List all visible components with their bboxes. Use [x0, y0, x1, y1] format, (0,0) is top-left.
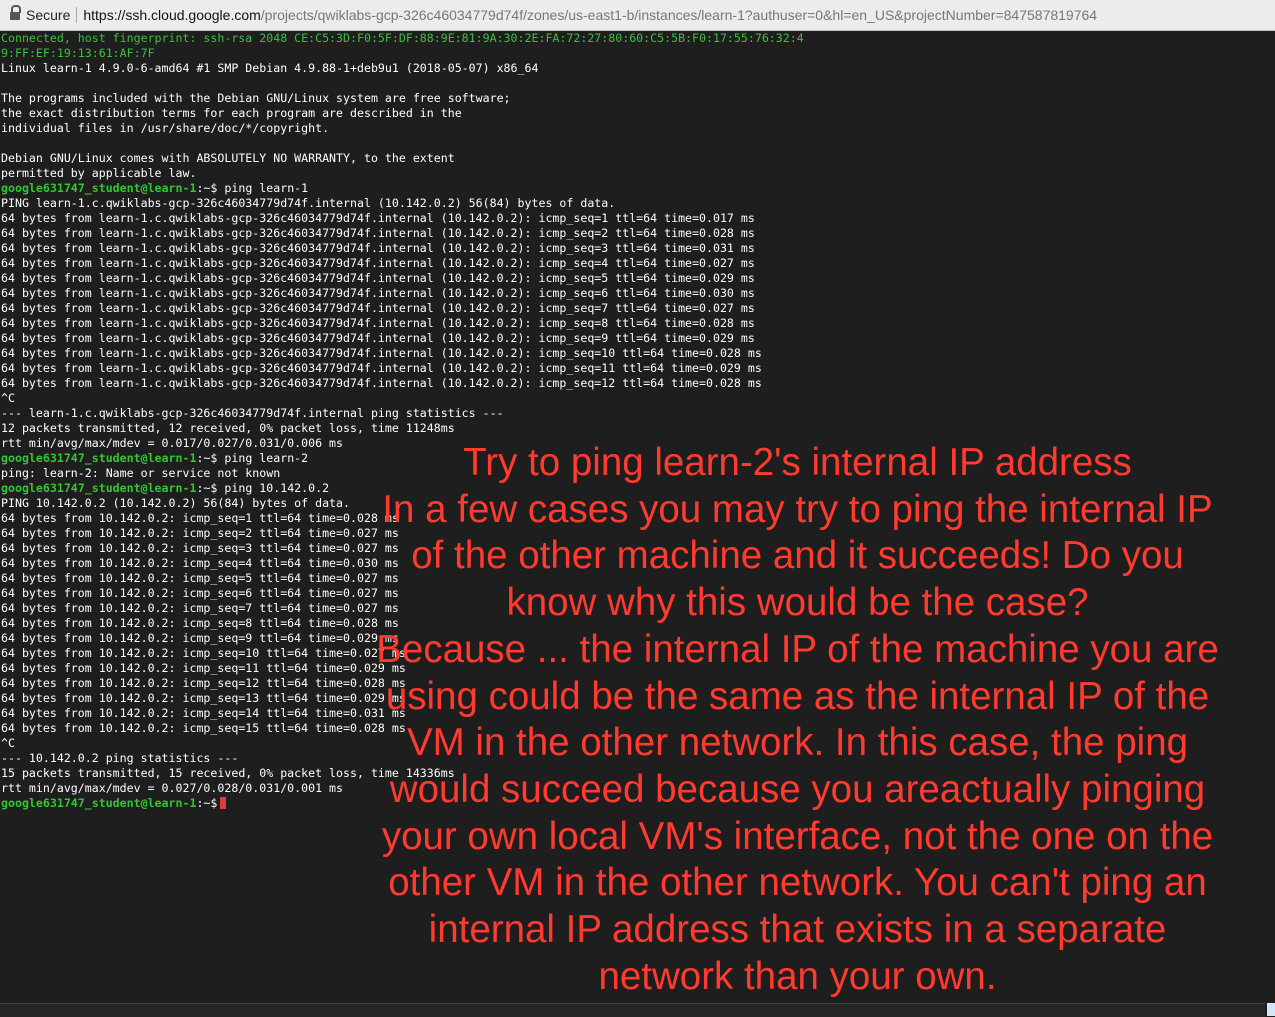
url-host[interactable]: https://ssh.cloud.google.com — [83, 7, 260, 23]
terminal-line: permitted by applicable law. — [1, 166, 197, 180]
annotation-line: your own local VM's interface, not the o… — [381, 814, 1214, 858]
command-text: ping learn-1 — [217, 181, 309, 195]
annotation-line: other VM in the other network. You can't… — [388, 861, 1207, 905]
terminal-line: 64 bytes from learn-1.c.qwiklabs-gcp-326… — [1, 211, 755, 225]
terminal-line: 64 bytes from learn-1.c.qwiklabs-gcp-326… — [1, 271, 755, 285]
command-text: ping learn-2 — [217, 451, 309, 465]
terminal-line: 9:FF:EF:19:13:61:AF:7F — [1, 46, 155, 60]
prompt-suffix: :~$ — [196, 481, 218, 495]
terminal-line: --- learn-1.c.qwiklabs-gcp-326c46034779d… — [1, 406, 504, 420]
scrollbar-thumb[interactable] — [1267, 1003, 1275, 1016]
annotation-line: Because ... the internal IP of the machi… — [376, 627, 1219, 671]
annotation-line: Try to ping learn-2's internal IP addres… — [463, 441, 1132, 484]
terminal-line: 64 bytes from learn-1.c.qwiklabs-gcp-326… — [1, 226, 755, 240]
terminal-line: 64 bytes from learn-1.c.qwiklabs-gcp-326… — [1, 346, 762, 360]
terminal-line: Debian GNU/Linux comes with ABSOLUTELY N… — [1, 151, 455, 165]
terminal-line: 64 bytes from learn-1.c.qwiklabs-gcp-326… — [1, 301, 755, 315]
terminal-cursor[interactable] — [220, 797, 227, 809]
annotation-line: network than your own. — [598, 954, 997, 998]
annotation-line: would succeed because you areactually pi… — [389, 767, 1206, 811]
annotation-line: internal IP address that exists in a sep… — [428, 908, 1167, 952]
terminal-line: The programs included with the Debian GN… — [1, 91, 511, 105]
prompt-suffix: :~$ — [196, 451, 218, 465]
annotation-overlay: Try to ping learn-2's internal IP addres… — [360, 440, 1235, 1000]
terminal-line: 64 bytes from learn-1.c.qwiklabs-gcp-326… — [1, 256, 755, 270]
prompt-suffix: :~$ — [196, 796, 218, 810]
terminal-bottom-bar — [0, 1003, 1265, 1017]
annotation-line: VM in the other network. In this case, t… — [406, 721, 1189, 765]
annotation-line: In a few cases you may try to ping the i… — [382, 487, 1213, 531]
terminal-line: PING learn-1.c.qwiklabs-gcp-326c46034779… — [1, 196, 616, 210]
address-divider — [76, 7, 78, 23]
prompt-user: google631747_student@learn-1 — [1, 181, 197, 195]
terminal-line: Linux learn-1 4.9.0-6-amd64 #1 SMP Debia… — [1, 61, 539, 75]
terminal-line: 64 bytes from learn-1.c.qwiklabs-gcp-326… — [1, 376, 762, 390]
secure-label: Secure — [26, 7, 71, 23]
terminal-line: individual files in /usr/share/doc/*/cop… — [1, 121, 330, 135]
annotation-line: using could be the same as the internal … — [385, 674, 1210, 718]
terminal-line: 64 bytes from learn-1.c.qwiklabs-gcp-326… — [1, 331, 755, 345]
terminal-line: ^C — [1, 391, 15, 405]
command-text: ping 10.142.0.2 — [217, 481, 330, 495]
terminal-line: 64 bytes from learn-1.c.qwiklabs-gcp-326… — [1, 241, 755, 255]
prompt-user: google631747_student@learn-1 — [1, 451, 197, 465]
terminal-line: 64 bytes from learn-1.c.qwiklabs-gcp-326… — [1, 361, 762, 375]
prompt-user: google631747_student@learn-1 — [1, 796, 197, 810]
prompt-line: google631747_student@learn-1:~$ ping lea… — [1, 181, 1275, 196]
lock-icon — [10, 5, 21, 22]
terminal-line: the exact distribution terms for each pr… — [1, 106, 462, 120]
annotation-line: know why this would be the case? — [506, 581, 1089, 625]
annotation-line: of the other machine and it succeeds! Do… — [411, 534, 1184, 578]
terminal-line: Connected, host fingerprint: ssh-rsa 204… — [1, 31, 804, 45]
terminal-line: 64 bytes from learn-1.c.qwiklabs-gcp-326… — [1, 316, 755, 330]
terminal-line: 64 bytes from learn-1.c.qwiklabs-gcp-326… — [1, 286, 755, 300]
url-path[interactable]: /projects/qwiklabs-gcp-326c46034779d74f/… — [261, 7, 1097, 23]
terminal-line: 12 packets transmitted, 12 received, 0% … — [1, 421, 455, 435]
prompt-suffix: :~$ — [196, 181, 218, 195]
prompt-user: google631747_student@learn-1 — [1, 481, 197, 495]
address-bar[interactable]: Secure https://ssh.cloud.google.com/proj… — [0, 0, 1275, 31]
